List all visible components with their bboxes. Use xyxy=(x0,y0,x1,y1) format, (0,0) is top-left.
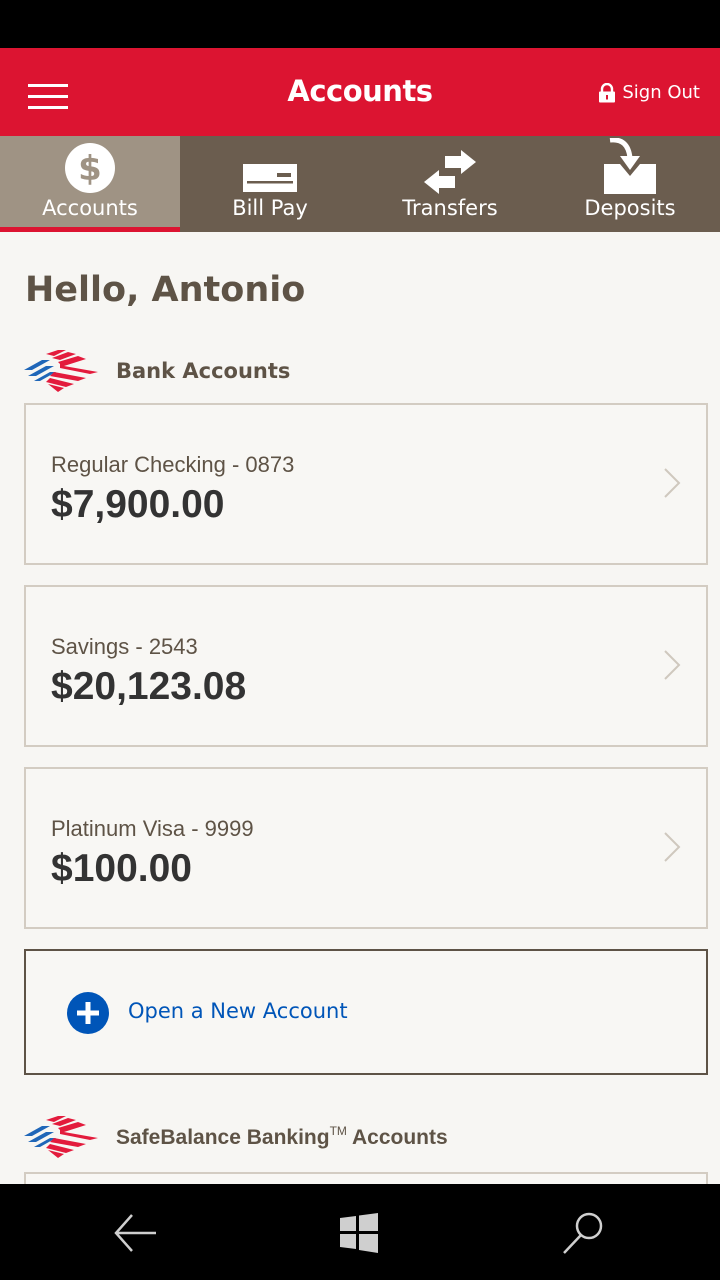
account-name: Savings - 2543 xyxy=(51,634,198,659)
tab-label: Accounts xyxy=(42,196,138,220)
tab-label: Deposits xyxy=(584,196,676,220)
bank-flag-logo-icon xyxy=(24,350,98,392)
bank-accounts-header: Bank Accounts xyxy=(24,350,290,392)
chevron-right-icon xyxy=(664,650,681,680)
account-balance: $100.00 xyxy=(51,847,192,890)
status-bar xyxy=(0,0,720,48)
check-icon xyxy=(243,164,297,192)
trademark: TM xyxy=(329,1124,347,1138)
safebalance-accounts-header: SafeBalance BankingTM Accounts xyxy=(24,1116,448,1158)
account-name: Regular Checking - 0873 xyxy=(51,452,295,477)
tab-accounts[interactable]: $ Accounts xyxy=(0,136,180,232)
swap-arrows-icon xyxy=(424,150,476,194)
account-card[interactable]: Savings - 2543 $20,123.08 xyxy=(24,585,708,747)
section-title: SafeBalance BankingTM Accounts xyxy=(116,1124,448,1149)
search-icon xyxy=(563,1212,603,1254)
search-button[interactable] xyxy=(553,1208,613,1258)
back-arrow-icon xyxy=(114,1214,156,1252)
app-header: Accounts Sign Out xyxy=(0,48,720,136)
chevron-right-icon xyxy=(664,468,681,498)
account-card[interactable] xyxy=(24,1172,708,1184)
back-button[interactable] xyxy=(106,1208,166,1258)
tab-bill-pay[interactable]: Bill Pay xyxy=(180,136,360,232)
bank-flag-logo-icon xyxy=(24,1116,98,1158)
tab-label: Bill Pay xyxy=(232,196,308,220)
sign-out-label: Sign Out xyxy=(622,82,700,103)
account-name: Platinum Visa - 9999 xyxy=(51,816,254,841)
deposit-tray-icon xyxy=(604,138,656,194)
greeting: Hello, Antonio xyxy=(25,270,306,310)
open-new-account-label: Open a New Account xyxy=(128,999,348,1023)
tab-transfers[interactable]: Transfers xyxy=(360,136,540,232)
sign-out-button[interactable]: Sign Out xyxy=(598,82,700,103)
chevron-right-icon xyxy=(664,832,681,862)
section-title: Bank Accounts xyxy=(116,359,291,383)
account-balance: $20,123.08 xyxy=(51,665,247,708)
svg-text:$: $ xyxy=(78,149,102,189)
accounts-content: Hello, Antonio Bank Accounts Regular Che… xyxy=(0,232,720,1184)
add-circle-icon xyxy=(67,992,109,1034)
account-balance: $7,900.00 xyxy=(51,483,225,526)
tab-deposits[interactable]: Deposits xyxy=(540,136,720,232)
system-nav-bar xyxy=(0,1184,720,1280)
lock-icon xyxy=(599,82,616,102)
account-card[interactable]: Regular Checking - 0873 $7,900.00 xyxy=(24,403,708,565)
tab-label: Transfers xyxy=(402,196,498,220)
dollar-circle-icon: $ xyxy=(65,143,115,193)
account-card[interactable]: Platinum Visa - 9999 $100.00 xyxy=(24,767,708,929)
open-new-account-button[interactable]: Open a New Account xyxy=(24,949,708,1075)
windows-logo-icon xyxy=(340,1213,378,1253)
home-button[interactable] xyxy=(329,1208,389,1258)
main-tab-bar: $ Accounts Bill Pay Transfers Deposits xyxy=(0,136,720,232)
